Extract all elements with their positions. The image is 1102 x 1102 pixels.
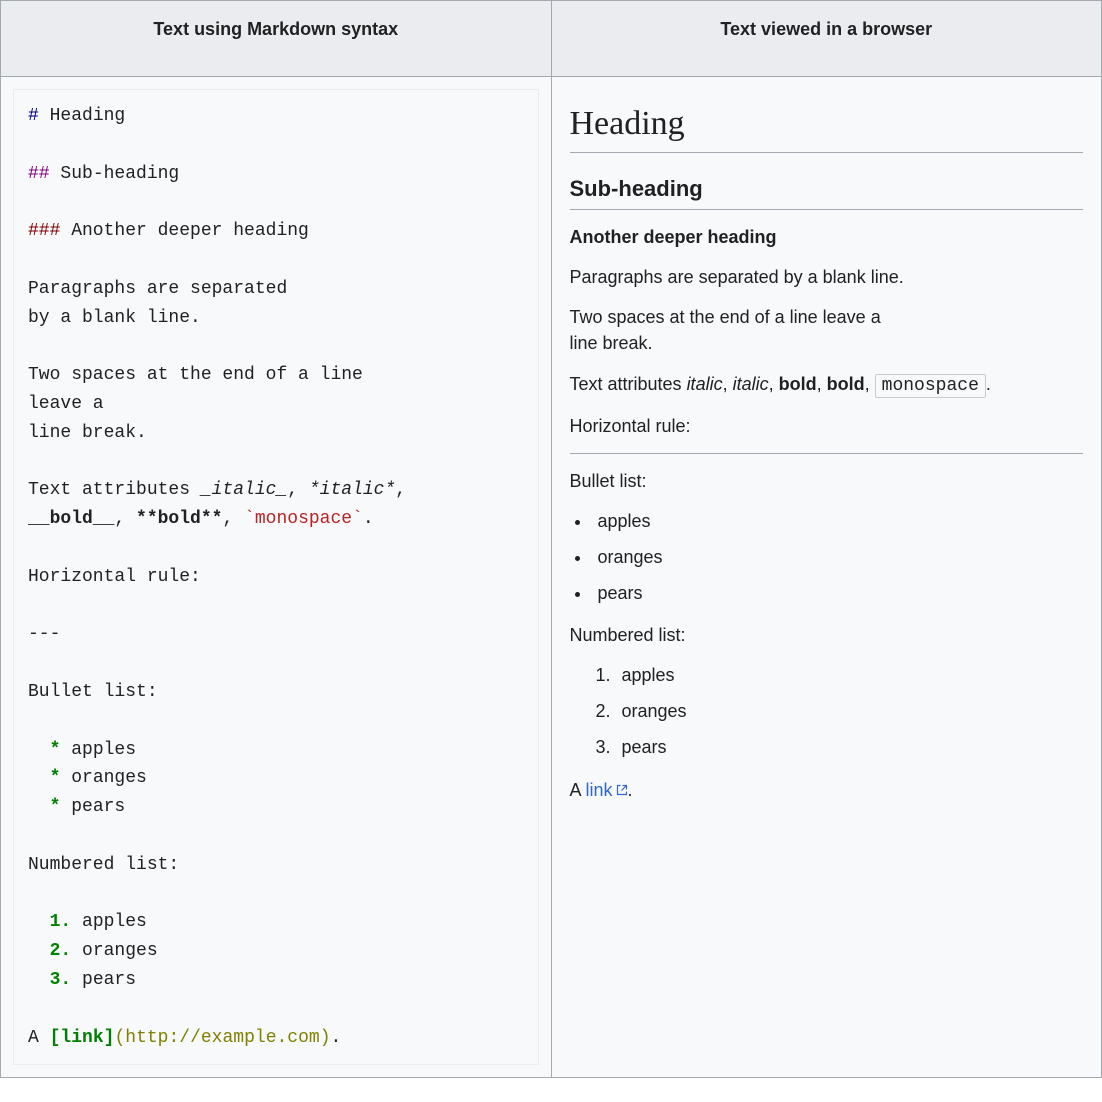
list-item: pears — [592, 580, 1084, 606]
rendered-h2: Sub-heading — [570, 173, 1084, 210]
horizontal-rule — [570, 453, 1084, 454]
h2-marker: ## — [28, 164, 50, 184]
bold1-src: __bold__ — [28, 509, 114, 529]
star-icon: * — [28, 740, 71, 760]
sep-c: , — [817, 374, 827, 394]
para2-l2: line break. — [570, 333, 653, 353]
num-item-1: apples — [71, 912, 147, 932]
italic2-r: italic — [733, 374, 769, 394]
bullet-item-2: oranges — [71, 768, 147, 788]
hr-label-src: Horizontal rule: — [28, 567, 201, 587]
para1-line1: Paragraphs are separated — [28, 279, 287, 299]
mono-src: `monospace` — [244, 509, 363, 529]
rendered-attributes: Text attributes italic, italic, bold, bo… — [570, 371, 1084, 399]
list-item: oranges — [616, 698, 1084, 724]
attr-prefix: Text attributes — [28, 480, 201, 500]
bullet-label-r: Bullet list: — [570, 468, 1084, 494]
header-left: Text using Markdown syntax — [1, 1, 552, 77]
cell-markdown-source: # Heading ## Sub-heading ### Another dee… — [1, 77, 552, 1078]
rendered-output: Heading Sub-heading Another deeper headi… — [564, 89, 1090, 803]
star-icon: * — [28, 797, 71, 817]
bullet-item-3: pears — [71, 797, 125, 817]
link-url-open: ( — [114, 1028, 125, 1048]
italic2-src: *italic* — [309, 480, 395, 500]
numbered-label-r: Numbered list: — [570, 622, 1084, 648]
bold2-r: bold — [827, 374, 865, 394]
link-close: ] — [104, 1028, 115, 1048]
markdown-code: # Heading ## Sub-heading ### Another dee… — [13, 89, 539, 1065]
num-item-3: pears — [71, 970, 136, 990]
bullet-label-src: Bullet list: — [28, 682, 158, 702]
period: . — [363, 509, 374, 529]
link-text-r: link — [586, 780, 613, 800]
attr-prefix-r: Text attributes — [570, 374, 687, 394]
external-link-icon — [616, 784, 628, 796]
rendered-h3: Another deeper heading — [570, 224, 1084, 250]
link-open: [ — [50, 1028, 61, 1048]
h3-text: Another deeper heading — [60, 221, 308, 241]
rendered-h1: Heading — [570, 99, 1084, 153]
num-marker-1: 1. — [28, 912, 71, 932]
h2-text: Sub-heading — [50, 164, 180, 184]
rendered-para2: Two spaces at the end of a line leave a l… — [570, 304, 1084, 356]
h1-text: Heading — [39, 106, 125, 126]
link-prefix-src: A — [28, 1028, 50, 1048]
sep-d: , — [865, 374, 875, 394]
para2-line1: Two spaces at the end of a line — [28, 365, 363, 385]
bold1-r: bold — [779, 374, 817, 394]
numbered-list: apples oranges pears — [616, 662, 1084, 760]
link-period-r: . — [628, 780, 633, 800]
num-marker-2: 2. — [28, 941, 71, 961]
mono-r: monospace — [875, 374, 986, 398]
star-icon: * — [28, 768, 71, 788]
para2-line3: line break. — [28, 423, 147, 443]
num-item-2: oranges — [71, 941, 157, 961]
period-r: . — [986, 374, 991, 394]
rendered-link-paragraph: A link. — [570, 777, 1084, 803]
list-item: oranges — [592, 544, 1084, 570]
sep-b: , — [769, 374, 779, 394]
list-item: apples — [592, 508, 1084, 534]
bullet-list: apples oranges pears — [592, 508, 1084, 606]
para1-line2: by a blank line. — [28, 308, 201, 328]
example-link[interactable]: link — [586, 780, 628, 800]
sep2: , — [395, 480, 406, 500]
link-text-src: link — [60, 1028, 103, 1048]
h1-marker: # — [28, 106, 39, 126]
bullet-item-1: apples — [71, 740, 136, 760]
link-url: http://example.com — [125, 1028, 319, 1048]
rendered-para1: Paragraphs are separated by a blank line… — [570, 264, 1084, 290]
link-prefix-r: A — [570, 780, 586, 800]
sep1: , — [287, 480, 309, 500]
list-item: apples — [616, 662, 1084, 688]
link-url-close: ) — [320, 1028, 331, 1048]
hr-dashes: --- — [28, 624, 60, 644]
header-right: Text viewed in a browser — [551, 1, 1102, 77]
sep-a: , — [723, 374, 733, 394]
italic1-r: italic — [687, 374, 723, 394]
hr-label-r: Horizontal rule: — [570, 413, 1084, 439]
comparison-table: Text using Markdown syntax Text viewed i… — [0, 0, 1102, 1078]
h3-marker: ### — [28, 221, 60, 241]
sep4: , — [222, 509, 244, 529]
italic1-src: _italic_ — [201, 480, 287, 500]
num-marker-3: 3. — [28, 970, 71, 990]
para2-line2: leave a — [28, 394, 104, 414]
numbered-label-src: Numbered list: — [28, 855, 179, 875]
list-item: pears — [616, 734, 1084, 760]
cell-rendered: Heading Sub-heading Another deeper headi… — [551, 77, 1102, 1078]
bold2-src: **bold** — [136, 509, 222, 529]
para2-l1: Two spaces at the end of a line leave a — [570, 307, 881, 327]
link-period-src: . — [331, 1028, 342, 1048]
sep3: , — [114, 509, 136, 529]
